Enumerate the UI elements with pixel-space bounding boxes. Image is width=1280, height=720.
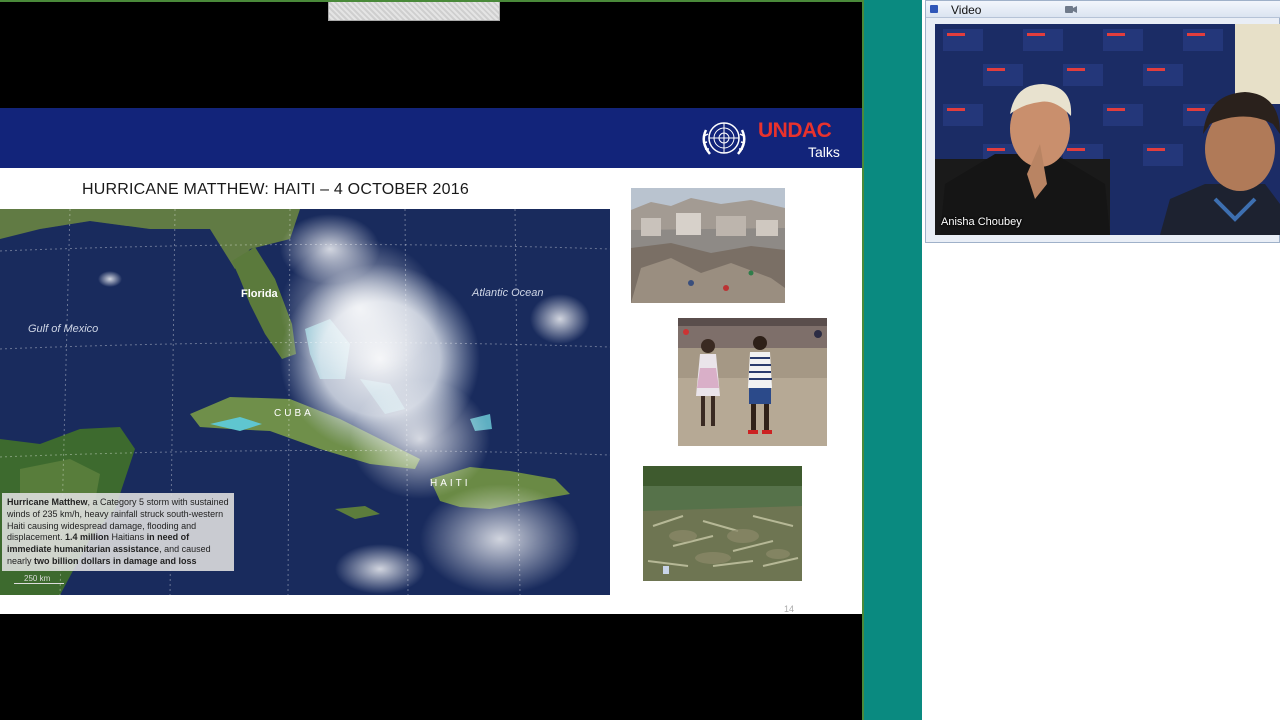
caption-bold-2: 1.4 million bbox=[65, 532, 110, 543]
caption-bold-1: Hurricane Matthew bbox=[7, 497, 88, 507]
caption-box: Hurricane Matthew, a Category 5 storm wi… bbox=[2, 493, 234, 571]
video-pod-titlebar[interactable]: Video bbox=[926, 1, 1280, 18]
layout-divider bbox=[864, 0, 922, 720]
video-feed[interactable]: Anisha Choubey bbox=[935, 24, 1280, 235]
camera-icon[interactable] bbox=[1065, 5, 1077, 14]
un-emblem-icon bbox=[702, 122, 746, 155]
map-label-cuba: CUBA bbox=[274, 408, 314, 419]
map-label-florida: Florida bbox=[241, 288, 278, 300]
map-label-haiti: HAITI bbox=[430, 478, 471, 489]
photo-destroyed-buildings bbox=[631, 188, 785, 303]
share-toolbar-tab[interactable] bbox=[328, 2, 500, 21]
share-pod: UNDAC Talks HURRICANE MATTHEW: HAITI – 4… bbox=[0, 0, 864, 720]
video-frame-image bbox=[935, 24, 1280, 235]
map-label-atlantic: Atlantic Ocean bbox=[472, 287, 544, 299]
video-pod: Video Anisha Choubey bbox=[925, 0, 1280, 243]
caption-bold-4: two billion dollars in damage and loss bbox=[34, 555, 197, 566]
photo-children-floodwater bbox=[678, 318, 827, 446]
video-pod-title: Video bbox=[951, 3, 982, 17]
slide-number: 14 bbox=[784, 604, 795, 614]
caption-text-2: Haitians bbox=[109, 532, 147, 543]
photo-damaged-crops bbox=[643, 466, 802, 581]
slide-title: HURRICANE MATTHEW: HAITI – 4 OCTOBER 201… bbox=[82, 181, 469, 198]
brand-subtitle: Talks bbox=[808, 144, 840, 160]
map-label-gulf: Gulf of Mexico bbox=[28, 323, 99, 335]
presentation-slide: UNDAC Talks HURRICANE MATTHEW: HAITI – 4… bbox=[0, 108, 862, 614]
meeting-stage: UNDAC Talks HURRICANE MATTHEW: HAITI – 4… bbox=[0, 0, 1280, 720]
brand-name: UNDAC bbox=[758, 119, 832, 142]
map-scale-label: 250 km bbox=[24, 574, 51, 583]
pod-icon bbox=[930, 5, 938, 13]
slide-header-band: UNDAC Talks bbox=[0, 108, 862, 168]
participant-name-label: Anisha Choubey bbox=[941, 216, 1022, 228]
